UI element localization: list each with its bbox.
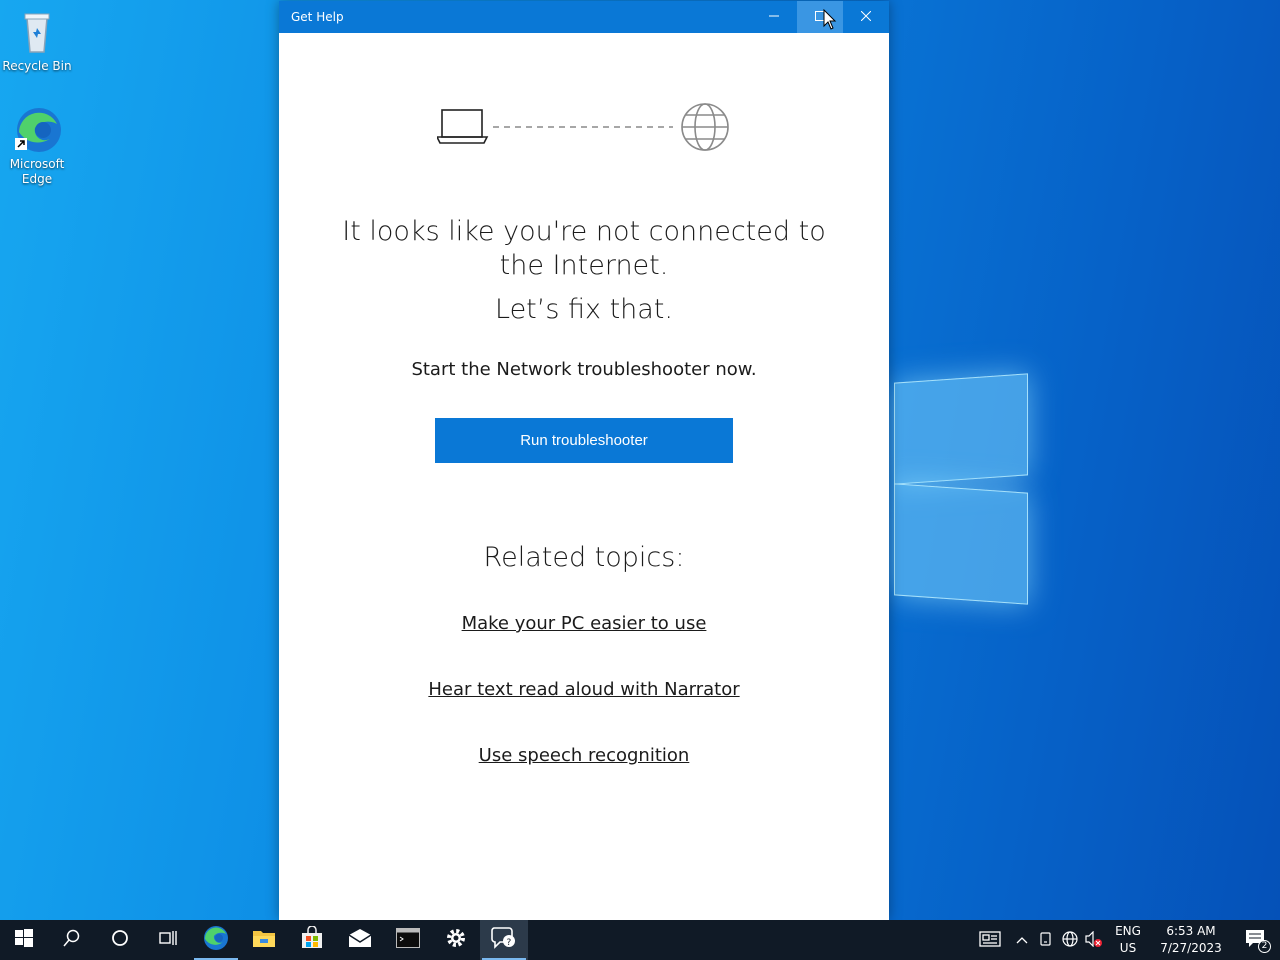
cortana-button[interactable] bbox=[96, 920, 144, 960]
connection-illustration bbox=[435, 101, 733, 157]
minimize-icon bbox=[769, 9, 779, 25]
taskbar-mail[interactable] bbox=[336, 920, 384, 960]
headline: It looks like you're not connected to th… bbox=[342, 216, 826, 281]
chevron-up-icon bbox=[1016, 933, 1028, 947]
file-explorer-icon bbox=[252, 927, 276, 953]
link-make-pc-easier[interactable]: Make your PC easier to use bbox=[462, 613, 707, 634]
network-button[interactable] bbox=[1058, 920, 1082, 960]
desktop-icon-recycle-bin[interactable]: Recycle Bin bbox=[0, 8, 74, 74]
taskbar-settings[interactable] bbox=[432, 920, 480, 960]
link-narrator[interactable]: Hear text read aloud with Narrator bbox=[428, 679, 739, 700]
close-icon bbox=[860, 9, 872, 25]
related-topics-heading: Related topics: bbox=[483, 542, 685, 573]
desktop-icon-label: Microsoft Edge bbox=[9, 157, 65, 186]
taskbar-terminal[interactable] bbox=[384, 920, 432, 960]
show-hidden-icons-button[interactable] bbox=[1010, 920, 1034, 960]
start-icon bbox=[15, 929, 33, 951]
store-icon bbox=[300, 925, 324, 954]
windows-logo-wallpaper bbox=[880, 360, 1030, 610]
language-indicator[interactable]: ENG US bbox=[1106, 923, 1150, 957]
title-bar[interactable]: Get Help bbox=[279, 1, 889, 33]
clock-date: 7/27/2023 bbox=[1160, 941, 1222, 955]
task-view-button[interactable] bbox=[144, 920, 192, 960]
clock-time: 6:53 AM bbox=[1166, 924, 1216, 938]
terminal-icon bbox=[396, 928, 420, 952]
taskbar: ? ENG US 6:53 AM 7/27/2023 2 bbox=[0, 920, 1280, 960]
taskbar-store[interactable] bbox=[288, 920, 336, 960]
edge-icon bbox=[13, 106, 61, 154]
link-container: Hear text read aloud with Narrator bbox=[319, 678, 849, 702]
desktop-icon-label: Recycle Bin bbox=[2, 59, 72, 73]
task-view-icon bbox=[159, 929, 177, 951]
cortana-icon bbox=[111, 929, 129, 951]
globe-icon bbox=[681, 103, 729, 151]
recycle-bin-icon bbox=[13, 8, 61, 56]
subtitle: Start the Network troubleshooter now. bbox=[411, 359, 757, 380]
action-center-button[interactable]: 2 bbox=[1232, 920, 1280, 960]
link-container: Use speech recognition bbox=[319, 744, 849, 768]
notification-count-badge: 2 bbox=[1258, 940, 1271, 953]
system-tray: ENG US 6:53 AM 7/27/2023 2 bbox=[970, 920, 1280, 960]
close-button[interactable] bbox=[843, 1, 889, 33]
taskbar-file-explorer[interactable] bbox=[240, 920, 288, 960]
mail-icon bbox=[348, 928, 372, 952]
edge-icon bbox=[203, 925, 229, 955]
get-help-window: Get Help It looks like you're not connec… bbox=[279, 1, 889, 920]
taskbar-edge[interactable] bbox=[192, 920, 240, 960]
lang-top: ENG bbox=[1115, 924, 1141, 938]
globe-icon bbox=[1062, 930, 1078, 950]
volume-button[interactable] bbox=[1082, 920, 1106, 960]
lang-bottom: US bbox=[1119, 941, 1137, 955]
search-button[interactable] bbox=[48, 920, 96, 960]
get-help-icon: ? bbox=[491, 926, 517, 954]
news-icon bbox=[979, 930, 1001, 950]
svg-text:?: ? bbox=[507, 938, 512, 948]
settings-icon bbox=[445, 927, 467, 953]
link-speech-recognition[interactable]: Use speech recognition bbox=[479, 745, 690, 766]
fix-message: Let’s fix that. bbox=[495, 294, 673, 325]
device-icon bbox=[1039, 931, 1053, 950]
tray-device-button[interactable] bbox=[1034, 920, 1058, 960]
run-troubleshooter-button[interactable]: Run troubleshooter bbox=[435, 418, 733, 463]
window-title: Get Help bbox=[291, 10, 344, 24]
minimize-button[interactable] bbox=[751, 1, 797, 33]
clock[interactable]: 6:53 AM 7/27/2023 bbox=[1150, 923, 1232, 957]
start-button[interactable] bbox=[0, 920, 48, 960]
speaker-muted-icon bbox=[1085, 930, 1103, 950]
search-icon bbox=[63, 929, 81, 951]
laptop-icon bbox=[435, 109, 489, 144]
taskbar-get-help[interactable]: ? bbox=[480, 920, 528, 960]
link-container: Make your PC easier to use bbox=[319, 612, 849, 636]
desktop-icon-edge[interactable]: Microsoft Edge bbox=[0, 106, 74, 187]
mouse-cursor-icon bbox=[823, 8, 837, 31]
news-widget-button[interactable] bbox=[970, 920, 1010, 960]
